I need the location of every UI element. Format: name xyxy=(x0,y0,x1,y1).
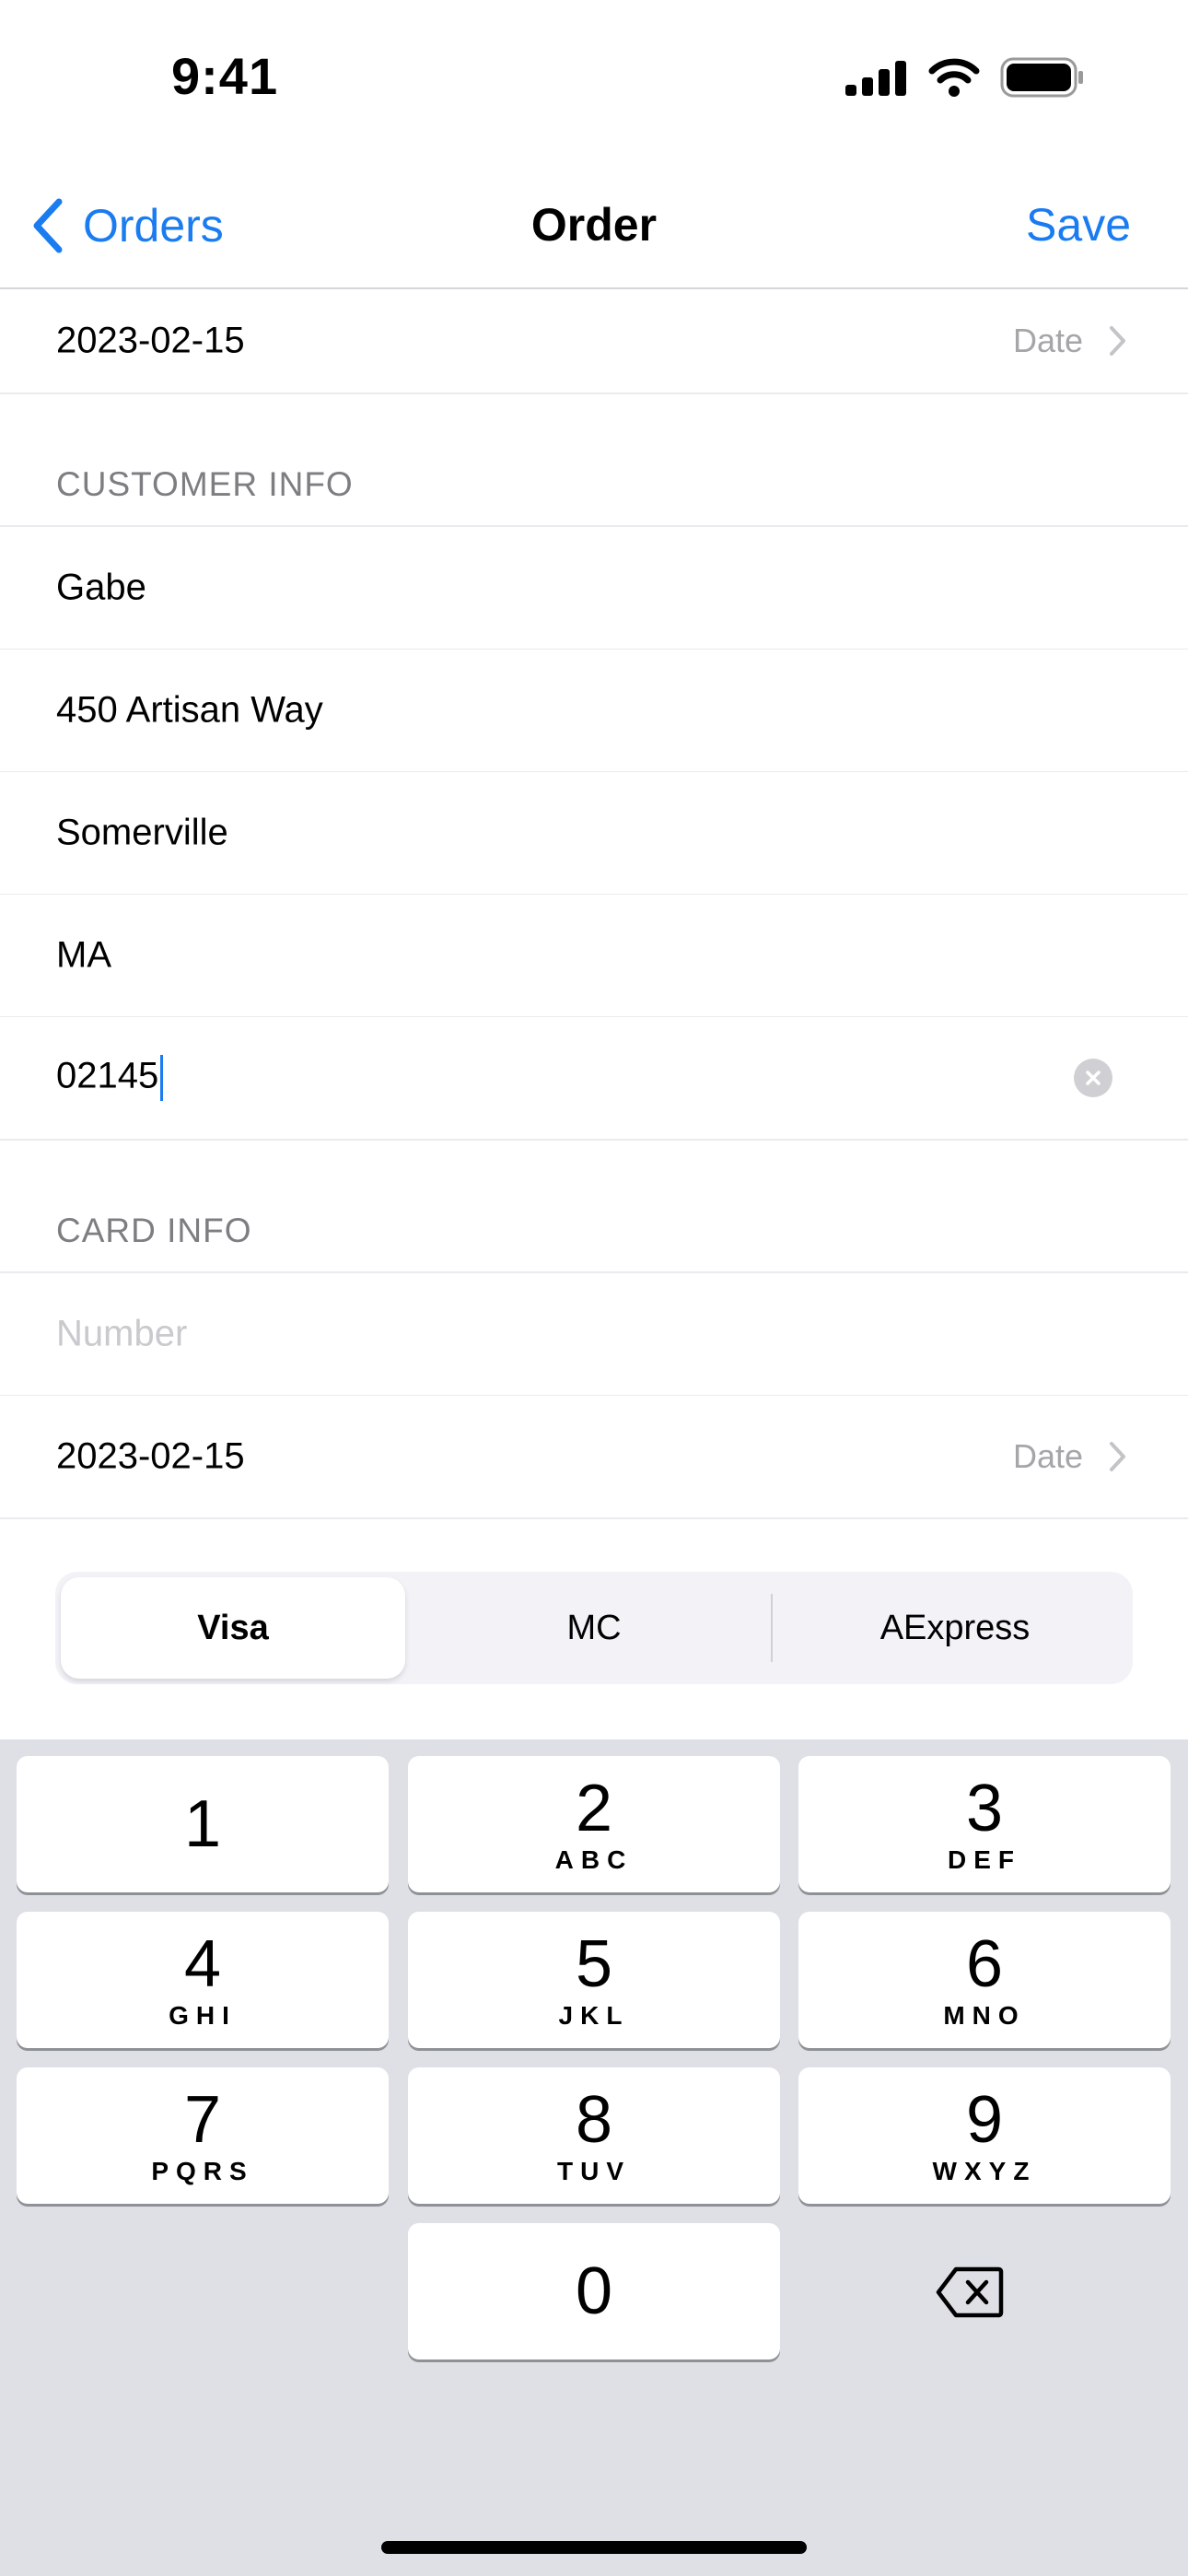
card-type-segmented-control: Visa MC AExpress xyxy=(55,1572,1133,1684)
state-value: MA xyxy=(56,934,111,976)
segment-visa[interactable]: Visa xyxy=(61,1577,405,1679)
card-expiry-value: 2023-02-15 xyxy=(56,1435,245,1477)
key-9[interactable]: 9 WXYZ xyxy=(798,2067,1171,2204)
card-expiry-row[interactable]: 2023-02-15 Date xyxy=(0,1396,1188,1519)
key-letters: TUV xyxy=(557,2157,631,2185)
card-number-placeholder: Number xyxy=(56,1313,188,1354)
segment-mc[interactable]: MC xyxy=(422,1577,766,1679)
card-number-field[interactable]: Number xyxy=(0,1273,1188,1397)
delete-key[interactable] xyxy=(924,2255,1016,2329)
city-field[interactable]: Somerville xyxy=(0,772,1188,896)
key-digit: 0 xyxy=(575,2254,613,2328)
key-2[interactable]: 2 ABC xyxy=(408,1756,780,1892)
state-field[interactable]: MA xyxy=(0,895,1188,1018)
segment-aexpress[interactable]: AExpress xyxy=(783,1577,1127,1679)
status-bar: 9:41 xyxy=(0,0,1188,157)
key-digit: 3 xyxy=(965,1772,1004,1845)
order-date-row[interactable]: 2023-02-15 Date xyxy=(0,289,1188,394)
key-4[interactable]: 4 GHI xyxy=(17,1912,389,2048)
key-letters: JKL xyxy=(558,2001,630,2030)
cellular-signal-icon xyxy=(845,61,906,96)
key-digit: 7 xyxy=(183,2083,222,2157)
key-1[interactable]: 1 xyxy=(17,1756,389,1892)
page-title: Order xyxy=(530,199,658,251)
home-indicator xyxy=(381,2541,807,2554)
wifi-icon xyxy=(928,58,980,97)
zip-field[interactable]: 02145 xyxy=(0,1017,1188,1141)
key-digit: 6 xyxy=(965,1927,1004,2001)
text-cursor xyxy=(160,1055,164,1101)
segment-separator xyxy=(771,1594,773,1662)
key-digit: 2 xyxy=(575,1772,613,1845)
customer-name-field[interactable]: Gabe xyxy=(0,527,1188,650)
key-letters: DEF xyxy=(948,1845,1021,1874)
key-3[interactable]: 3 DEF xyxy=(798,1756,1171,1892)
key-digit: 8 xyxy=(575,2083,613,2157)
clear-text-button[interactable] xyxy=(1074,1059,1112,1097)
key-8[interactable]: 8 TUV xyxy=(408,2067,780,2204)
status-icons xyxy=(845,57,1085,98)
key-digit: 4 xyxy=(183,1927,222,2001)
save-button[interactable]: Save xyxy=(1026,198,1131,252)
card-expiry-label: Date xyxy=(1012,1437,1083,1475)
zip-text: 02145 xyxy=(56,1055,164,1101)
card-expiry-detail: Date xyxy=(1013,1437,1127,1476)
key-letters: WXYZ xyxy=(932,2157,1037,2185)
zip-value: 02145 xyxy=(56,1055,159,1096)
chevron-right-icon xyxy=(1110,326,1125,356)
key-0[interactable]: 0 xyxy=(408,2223,780,2359)
chevron-right-icon xyxy=(1110,1442,1125,1471)
card-info-header: CARD INFO xyxy=(56,1212,252,1249)
key-letters: MNO xyxy=(943,2001,1026,2030)
order-date-detail: Date xyxy=(1013,322,1127,360)
key-5[interactable]: 5 JKL xyxy=(408,1912,780,2048)
order-date-value: 2023-02-15 xyxy=(56,320,245,361)
city-value: Somerville xyxy=(56,812,228,853)
navigation-bar: Orders Order Save xyxy=(0,157,1188,289)
key-letters: GHI xyxy=(169,2001,237,2030)
key-letters: PQRS xyxy=(151,2157,254,2185)
key-letters: ABC xyxy=(554,1845,634,1874)
key-digit: 1 xyxy=(183,1787,222,1861)
delete-backward-icon xyxy=(936,2266,1004,2318)
clear-icon xyxy=(1086,1071,1101,1085)
order-date-label: Date xyxy=(1012,322,1083,359)
key-digit: 5 xyxy=(575,1927,613,2001)
street-value: 450 Artisan Way xyxy=(56,689,323,731)
customer-info-header: CUSTOMER INFO xyxy=(56,465,354,503)
battery-icon xyxy=(1000,57,1083,98)
key-6[interactable]: 6 MNO xyxy=(798,1912,1171,2048)
key-7[interactable]: 7 PQRS xyxy=(17,2067,389,2204)
street-field[interactable]: 450 Artisan Way xyxy=(0,650,1188,773)
key-digit: 9 xyxy=(965,2083,1004,2157)
customer-name-value: Gabe xyxy=(56,567,146,608)
status-time: 9:41 xyxy=(171,47,279,105)
